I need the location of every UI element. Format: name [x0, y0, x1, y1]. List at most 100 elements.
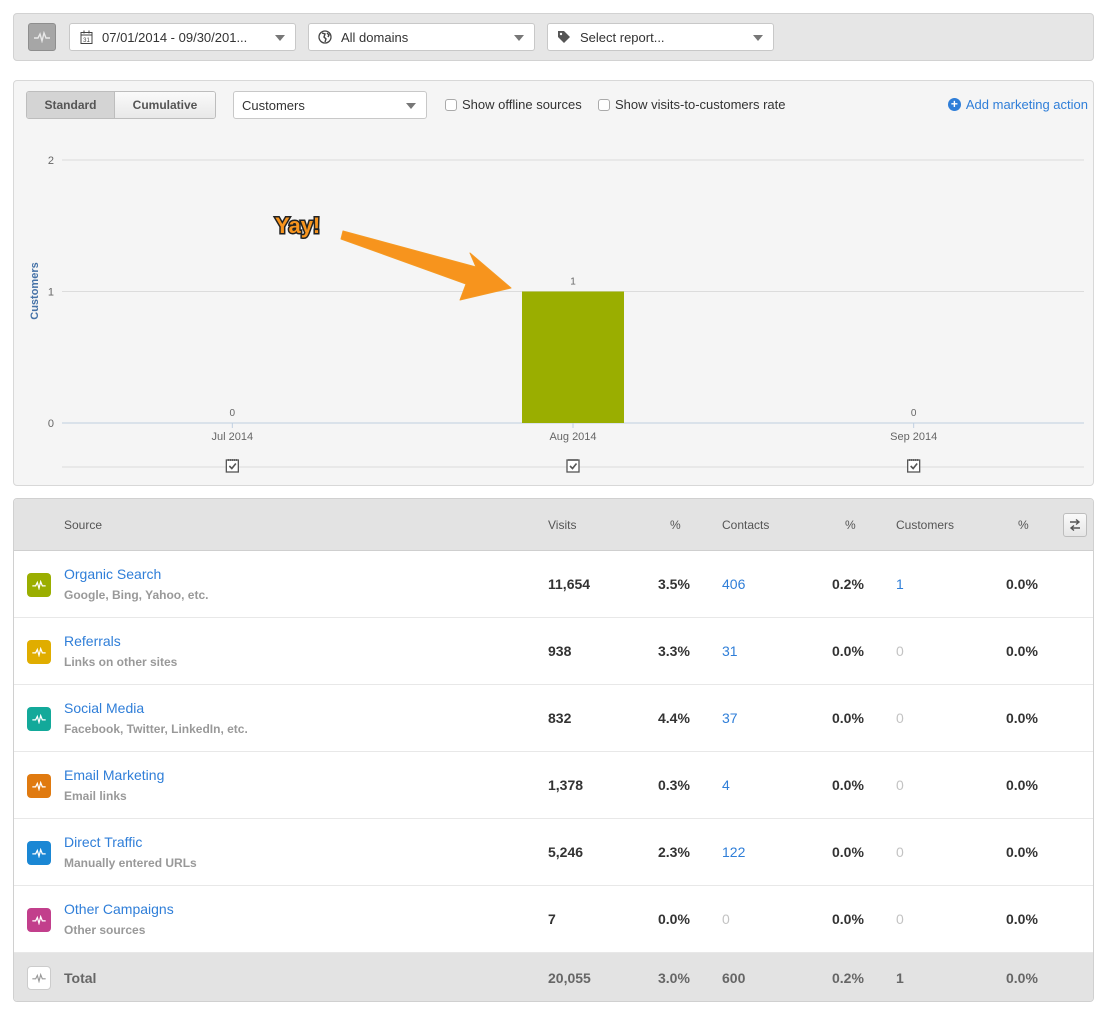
date-range-dropdown[interactable]: 31 07/01/2014 - 09/30/201... [69, 23, 296, 51]
contacts-value: 0 [722, 911, 730, 927]
source-description: Email links [64, 789, 127, 803]
contacts-value[interactable]: 31 [722, 643, 738, 659]
contacts-pct-value: 0.0% [832, 777, 864, 793]
x-tick-label: Jul 2014 [212, 431, 254, 443]
source-description: Google, Bing, Yahoo, etc. [64, 588, 209, 602]
customers-value: 0 [896, 710, 904, 726]
visits-value: 1,378 [548, 777, 584, 793]
customers-value: 0 [896, 844, 904, 860]
col-source[interactable]: Source [64, 518, 102, 532]
marketing-action-icon[interactable] [566, 459, 580, 473]
report-dropdown[interactable]: Select report... [547, 23, 774, 51]
col-visits[interactable]: Visits [548, 518, 576, 532]
col-contacts-pct[interactable]: % [845, 518, 856, 532]
customers-bar-chart: 0 1 2 0 Jul 2014 1 Aug 2014 0 Sep 2014 Customers… [29, 155, 1084, 473]
visits-pct-value: 3.5% [658, 576, 690, 592]
contacts-value[interactable]: 406 [722, 576, 745, 592]
contacts-value[interactable]: 4 [722, 777, 730, 793]
source-name-link[interactable]: Social Media [64, 700, 144, 716]
visits-pct-value: 0.0% [658, 911, 690, 927]
total-visits: 20,055 [548, 970, 591, 986]
source-pulse-icon [27, 908, 51, 932]
contacts-value[interactable]: 37 [722, 710, 738, 726]
annotation-arrow [340, 230, 512, 301]
source-pulse-icon [27, 573, 51, 597]
col-visits-pct[interactable]: % [670, 518, 681, 532]
table-row: Social Media Facebook, Twitter, LinkedIn,… [14, 685, 1093, 752]
customers-value: 0 [896, 643, 904, 659]
table-row: Other Campaigns Other sources 7 0.0% 0 0.0% 0 0… [14, 886, 1093, 953]
source-pulse-icon [27, 841, 51, 865]
table-row: Direct Traffic Manually entered URLs 5,246… [14, 819, 1093, 886]
chevron-down-icon [514, 35, 524, 41]
bar-value-label: 1 [570, 277, 576, 288]
total-visits-pct: 3.0% [658, 970, 690, 986]
marketing-action-icon[interactable] [907, 459, 921, 473]
pulse-icon [34, 31, 50, 43]
visits-value: 5,246 [548, 844, 584, 860]
source-name-link[interactable]: Referrals [64, 633, 121, 649]
tag-icon [556, 29, 572, 45]
source-pulse-icon [27, 707, 51, 731]
report-value: Select report... [580, 29, 665, 45]
table-row: Email Marketing Email links 1,378 0.3% 4 0.0%… [14, 752, 1093, 819]
customers-pct-value: 0.0% [1006, 844, 1038, 860]
x-tick-label: Aug 2014 [549, 431, 596, 443]
domain-dropdown[interactable]: All domains [308, 23, 535, 51]
col-customers-pct[interactable]: % [1018, 518, 1029, 532]
y-tick-label: 2 [48, 155, 54, 167]
visits-pct-value: 2.3% [658, 844, 690, 860]
swap-arrows-icon [1069, 519, 1081, 531]
visits-value: 938 [548, 643, 572, 659]
table-row: Referrals Links on other sites 938 3.3% 31 0.… [14, 618, 1093, 685]
source-description: Manually entered URLs [64, 856, 197, 870]
total-contacts-pct: 0.2% [832, 970, 864, 986]
sources-table: Source Visits % Contacts % Customers % O… [13, 498, 1094, 1002]
table-header: Source Visits % Contacts % Customers % [14, 499, 1093, 551]
contacts-pct-value: 0.2% [832, 576, 864, 592]
customers-pct-value: 0.0% [1006, 911, 1038, 927]
source-name-link[interactable]: Other Campaigns [64, 901, 174, 917]
table-total-row: Total 20,055 3.0% 600 0.2% 1 0.0% [14, 953, 1093, 1001]
customers-pct-value: 0.0% [1006, 710, 1038, 726]
source-name-link[interactable]: Email Marketing [64, 767, 164, 783]
customers-pct-value: 0.0% [1006, 643, 1038, 659]
source-pulse-icon [27, 640, 51, 664]
source-name-link[interactable]: Organic Search [64, 566, 161, 582]
top-toolbar: 31 07/01/2014 - 09/30/201... All domains… [13, 13, 1094, 61]
customers-pct-value: 0.0% [1006, 576, 1038, 592]
sources-toggle-button[interactable] [28, 23, 56, 51]
swap-columns-button[interactable] [1063, 513, 1087, 537]
col-customers[interactable]: Customers [896, 518, 954, 532]
bar-value-label: 0 [230, 408, 236, 419]
col-contacts[interactable]: Contacts [722, 518, 769, 532]
contacts-pct-value: 0.0% [832, 710, 864, 726]
x-tick-label: Sep 2014 [890, 431, 937, 443]
total-contacts: 600 [722, 970, 746, 986]
y-axis-label: Customers [29, 262, 41, 319]
marketing-action-icon[interactable] [225, 459, 239, 473]
source-name-link[interactable]: Direct Traffic [64, 834, 142, 850]
customers-value[interactable]: 1 [896, 576, 904, 592]
visits-value: 7 [548, 911, 556, 927]
customers-pct-value: 0.0% [1006, 777, 1038, 793]
total-pulse-icon [27, 966, 51, 990]
annotation-text: Yay! [275, 213, 320, 238]
source-description: Other sources [64, 923, 146, 937]
table-row: Organic Search Google, Bing, Yahoo, etc. 1… [14, 551, 1093, 618]
globe-icon [317, 29, 333, 45]
calendar-icon: 31 [78, 29, 94, 45]
visits-value: 832 [548, 710, 572, 726]
domain-value: All domains [341, 29, 409, 45]
contacts-pct-value: 0.0% [832, 844, 864, 860]
visits-pct-value: 0.3% [658, 777, 690, 793]
svg-text:31: 31 [83, 38, 90, 44]
y-tick-label: 0 [48, 418, 54, 430]
contacts-value[interactable]: 122 [722, 844, 745, 860]
source-description: Facebook, Twitter, LinkedIn, etc. [64, 722, 248, 736]
contacts-pct-value: 0.0% [832, 643, 864, 659]
source-pulse-icon [27, 774, 51, 798]
bar[interactable] [522, 291, 624, 424]
total-customers: 1 [896, 970, 904, 986]
date-range-value: 07/01/2014 - 09/30/201... [102, 29, 248, 45]
